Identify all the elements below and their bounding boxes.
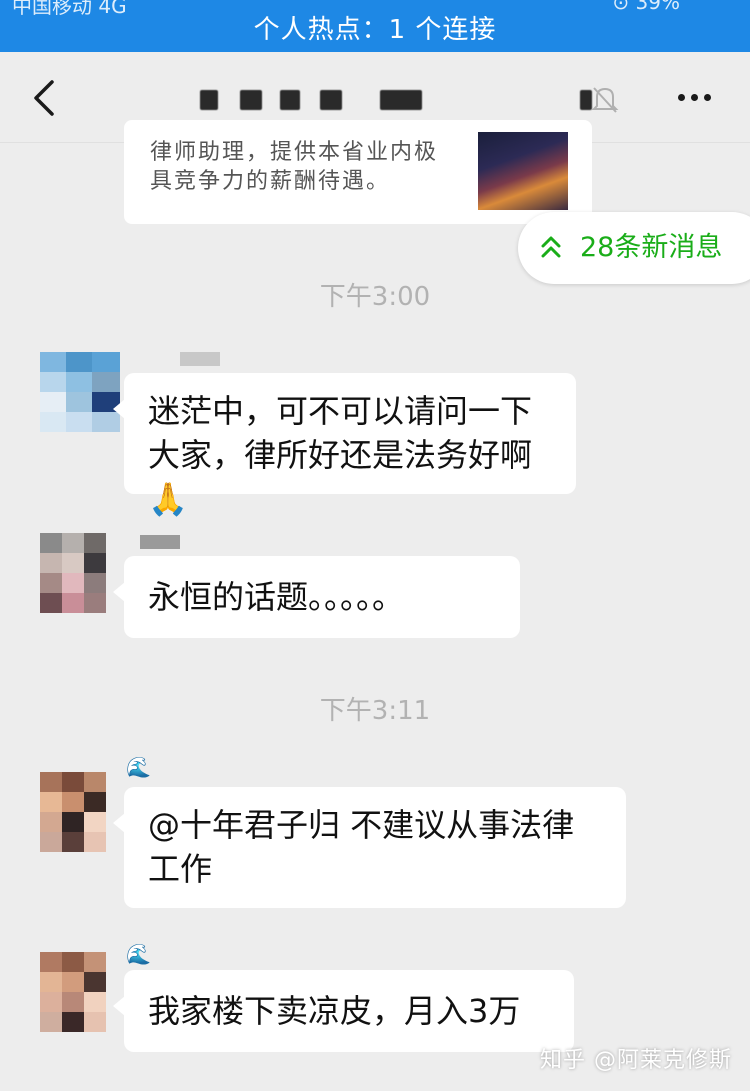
shared-card-thumbnail xyxy=(478,132,568,210)
message-bubble[interactable]: 迷茫中，可不可以请问一下大家，律所好还是法务好啊🙏 xyxy=(113,373,576,518)
timestamp: 下午3:11 xyxy=(319,696,431,726)
new-messages-label: 28条新消息 xyxy=(580,232,723,263)
bell-off-icon xyxy=(591,87,619,113)
avatar[interactable] xyxy=(40,952,106,1032)
avatar[interactable] xyxy=(40,772,106,852)
sender-nickname-redacted xyxy=(180,352,220,366)
avatar-image xyxy=(40,352,120,432)
double-chevron-up-icon xyxy=(541,236,561,258)
timestamp: 下午3:00 xyxy=(319,282,431,312)
shared-link-card[interactable]: 律师助理，提供本省业内极具竞争力的薪酬待遇。 xyxy=(124,120,592,224)
message-bubble[interactable]: @十年君子归 不建议从事法律工作 xyxy=(113,787,626,908)
sender-nickname-redacted xyxy=(140,535,180,549)
hotspot-status-bar[interactable]: 中国移动 4G ⊙ 39% 个人热点：1 个连接 xyxy=(0,0,750,52)
more-dots-icon xyxy=(678,94,685,101)
avatar-image xyxy=(40,772,106,852)
chevron-left-icon xyxy=(34,80,54,116)
battery-label: ⊙ 39% xyxy=(612,0,680,14)
sender-nickname-emoji: 🌊 xyxy=(126,942,151,966)
new-messages-button[interactable]: 28条新消息 xyxy=(518,212,750,284)
message-bubble[interactable]: 我家楼下卖凉皮，月入3万 xyxy=(113,970,574,1052)
sender-nickname-emoji: 🌊 xyxy=(126,755,151,779)
avatar[interactable] xyxy=(40,352,120,432)
avatar-image xyxy=(40,533,106,613)
message-bubble[interactable]: 永恒的话题。。。。。 xyxy=(113,556,520,638)
more-button[interactable] xyxy=(664,80,724,116)
hotspot-text: 个人热点：1 个连接 xyxy=(253,15,497,45)
shared-card-text: 律师助理，提供本省业内极具竞争力的薪酬待遇。 xyxy=(150,140,439,194)
watermark: 知乎 @阿莱克修斯 xyxy=(540,1048,732,1073)
back-button[interactable] xyxy=(26,76,66,120)
avatar[interactable] xyxy=(40,533,106,613)
avatar-image xyxy=(40,952,106,1032)
